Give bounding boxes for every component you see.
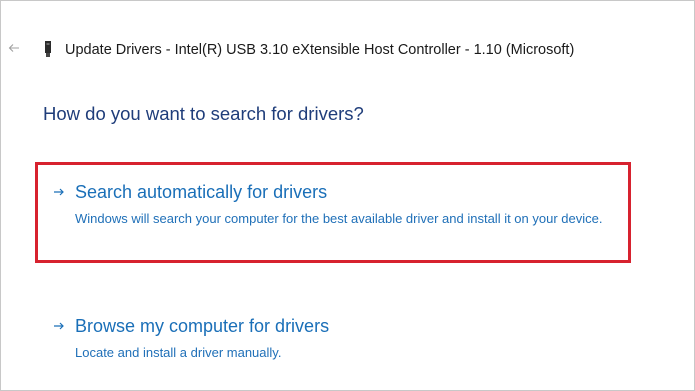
option-title[interactable]: Browse my computer for drivers <box>75 314 329 338</box>
arrow-right-icon <box>53 185 65 197</box>
window-title: Update Drivers - Intel(R) USB 3.10 eXten… <box>65 42 575 58</box>
title-bar: Update Drivers - Intel(R) USB 3.10 eXten… <box>1 31 694 67</box>
option-title[interactable]: Search automatically for drivers <box>75 180 327 204</box>
usb-device-icon <box>44 41 52 58</box>
page-question: How do you want to search for drivers? <box>43 103 364 124</box>
update-drivers-window: Update Drivers - Intel(R) USB 3.10 eXten… <box>0 0 695 391</box>
arrow-right-icon <box>53 319 65 331</box>
option-description: Windows will search your computer for th… <box>75 211 603 226</box>
back-arrow-icon[interactable] <box>8 42 20 54</box>
option-description: Locate and install a driver manually. <box>75 345 282 360</box>
